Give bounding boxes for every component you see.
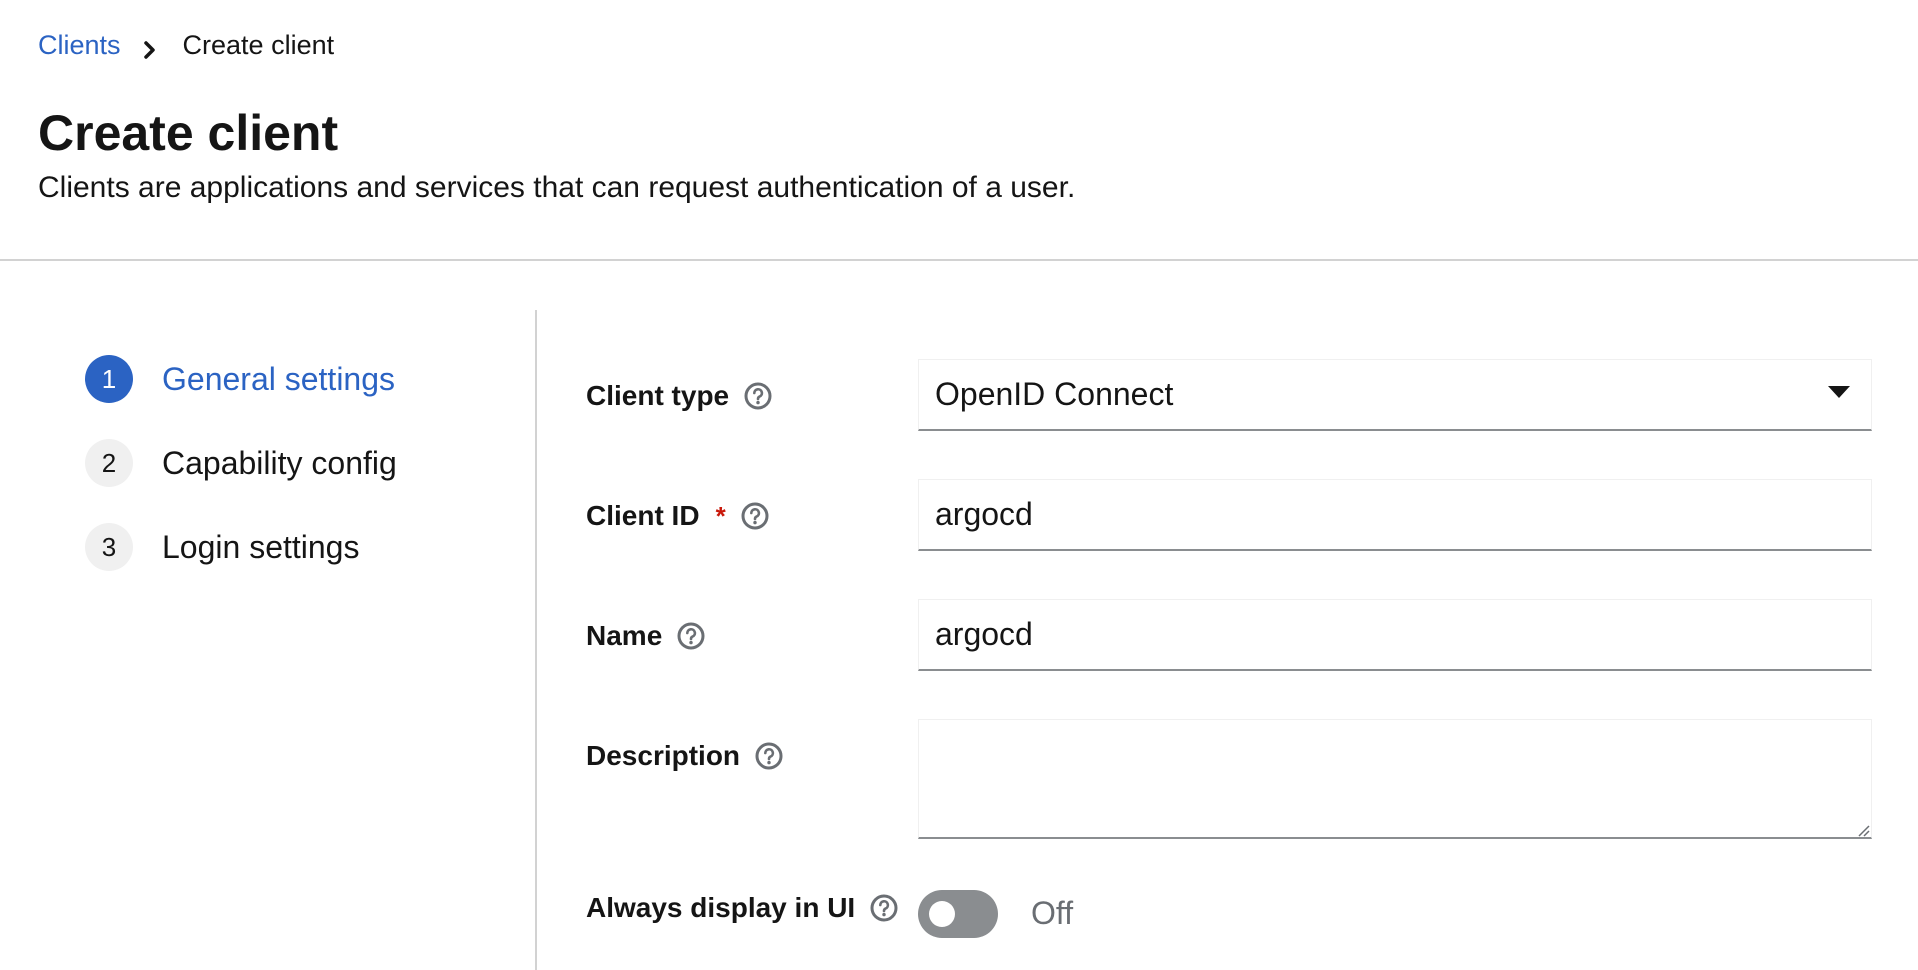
name-label: Name [586,620,663,651]
name-row: Name [586,620,706,652]
client-type-value: OpenID Connect [935,376,1174,412]
breadcrumb-current: Create client [182,30,335,60]
header-divider [0,259,1918,261]
wizard-step-capability-config[interactable]: 2 Capability config [85,439,515,487]
client-id-input[interactable] [918,479,1872,551]
required-indicator: * [715,500,726,531]
description-textarea[interactable] [918,719,1872,839]
description-wrapper [918,719,1872,839]
page-description: Clients are applications and services th… [38,171,1076,204]
description-row: Description [586,740,784,772]
wizard-step-general-settings[interactable]: 1 General settings [85,355,515,403]
question-circle-icon[interactable] [754,741,784,771]
resize-handle-icon[interactable] [1854,821,1870,837]
client-id-label: Client ID [586,500,700,531]
chevron-right-icon [143,36,157,59]
always-display-row: Always display in UI [586,892,899,924]
breadcrumb: Clients Create client [38,30,334,61]
question-circle-icon[interactable] [869,893,899,923]
wizard-step-login-settings[interactable]: 3 Login settings [85,523,515,571]
breadcrumb-link-clients[interactable]: Clients [38,30,121,61]
description-label: Description [586,740,741,771]
wizard-divider [535,310,537,970]
step-number: 3 [85,523,133,571]
client-id-row: Client ID * [586,500,770,532]
caret-down-icon [1827,385,1851,404]
client-type-select[interactable]: OpenID Connect [918,359,1872,431]
step-label: Login settings [162,528,360,565]
client-type-row: Client type [586,380,773,412]
always-display-label: Always display in UI [586,892,856,923]
wizard-nav: 1 General settings 2 Capability config 3… [85,355,515,607]
name-input[interactable] [918,599,1872,671]
question-circle-icon[interactable] [676,621,706,651]
page-title: Create client [38,105,339,161]
always-display-state: Off [1031,895,1074,931]
step-number: 1 [85,355,133,403]
question-circle-icon[interactable] [743,381,773,411]
toggle-knob [929,901,955,927]
question-circle-icon[interactable] [740,501,770,531]
step-label: Capability config [162,444,397,481]
always-display-toggle[interactable] [918,890,998,938]
step-number: 2 [85,439,133,487]
client-type-label: Client type [586,380,730,411]
step-label: General settings [162,360,396,397]
